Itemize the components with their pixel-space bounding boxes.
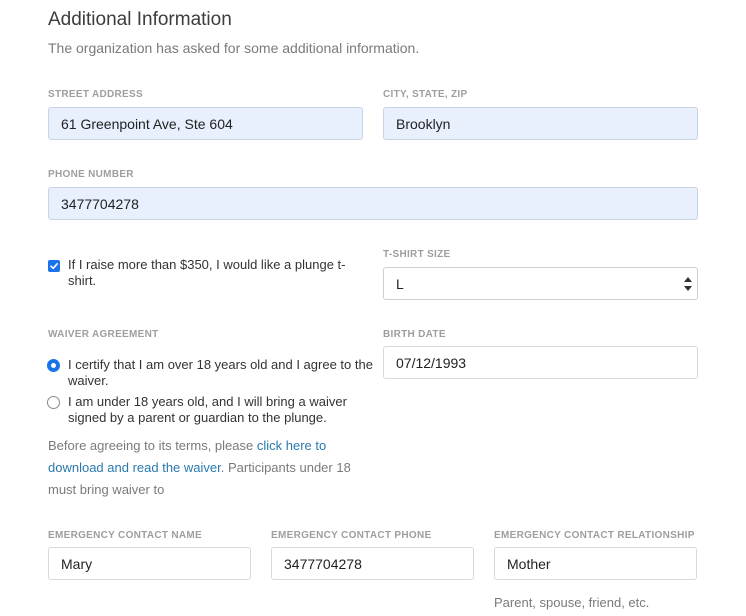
phone-number-label: PHONE NUMBER bbox=[48, 169, 134, 180]
birth-date-input[interactable]: 07/12/1993 bbox=[383, 346, 698, 379]
section-title: Additional Information bbox=[48, 9, 232, 30]
emergency-phone-value: 3477704278 bbox=[284, 555, 362, 572]
city-state-zip-input[interactable]: Brooklyn bbox=[383, 107, 698, 140]
tshirt-size-label: T-SHIRT SIZE bbox=[383, 249, 451, 260]
emergency-phone-label: EMERGENCY CONTACT PHONE bbox=[271, 530, 432, 541]
birth-date-value: 07/12/1993 bbox=[396, 354, 467, 371]
additional-info-form: Additional Information The organization … bbox=[0, 0, 746, 610]
waiver-option-over-18-radio[interactable] bbox=[47, 359, 60, 372]
waiver-agreement-label: WAIVER AGREEMENT bbox=[48, 329, 159, 340]
waiver-option-over-18-label[interactable]: I certify that I am over 18 years old an… bbox=[68, 357, 378, 389]
street-address-value: 61 Greenpoint Ave, Ste 604 bbox=[61, 115, 233, 132]
city-state-zip-value: Brooklyn bbox=[396, 115, 451, 132]
tshirt-opt-in-checkbox[interactable] bbox=[48, 260, 60, 272]
waiver-option-under-18-label[interactable]: I am under 18 years old, and I will brin… bbox=[68, 394, 378, 426]
select-arrows-icon bbox=[684, 277, 692, 291]
waiver-note: Before agreeing to its terms, please cli… bbox=[48, 435, 368, 501]
emergency-name-input[interactable]: Mary bbox=[48, 547, 251, 580]
emergency-name-value: Mary bbox=[61, 555, 93, 572]
section-subtitle: The organization has asked for some addi… bbox=[48, 40, 420, 56]
phone-number-value: 3477704278 bbox=[61, 195, 139, 212]
birth-date-label: BIRTH DATE bbox=[383, 329, 446, 340]
emergency-relationship-label: EMERGENCY CONTACT RELATIONSHIP bbox=[494, 530, 695, 541]
checkmark-icon bbox=[50, 263, 58, 270]
emergency-relationship-value: Mother bbox=[507, 555, 551, 572]
waiver-option-under-18-radio[interactable] bbox=[47, 396, 60, 409]
tshirt-size-select[interactable]: L bbox=[383, 267, 698, 300]
emergency-name-label: EMERGENCY CONTACT NAME bbox=[48, 530, 203, 541]
city-state-zip-label: CITY, STATE, ZIP bbox=[383, 89, 468, 100]
emergency-relationship-input[interactable]: Mother bbox=[494, 547, 697, 580]
emergency-relationship-hint: Parent, spouse, friend, etc. bbox=[494, 595, 650, 610]
tshirt-size-value: L bbox=[396, 275, 404, 292]
tshirt-opt-in-label[interactable]: If I raise more than $350, I would like … bbox=[68, 257, 368, 289]
street-address-label: STREET ADDRESS bbox=[48, 89, 143, 100]
street-address-input[interactable]: 61 Greenpoint Ave, Ste 604 bbox=[48, 107, 363, 140]
phone-number-input[interactable]: 3477704278 bbox=[48, 187, 698, 220]
waiver-note-before: Before agreeing to its terms, please bbox=[48, 438, 257, 453]
emergency-phone-input[interactable]: 3477704278 bbox=[271, 547, 474, 580]
